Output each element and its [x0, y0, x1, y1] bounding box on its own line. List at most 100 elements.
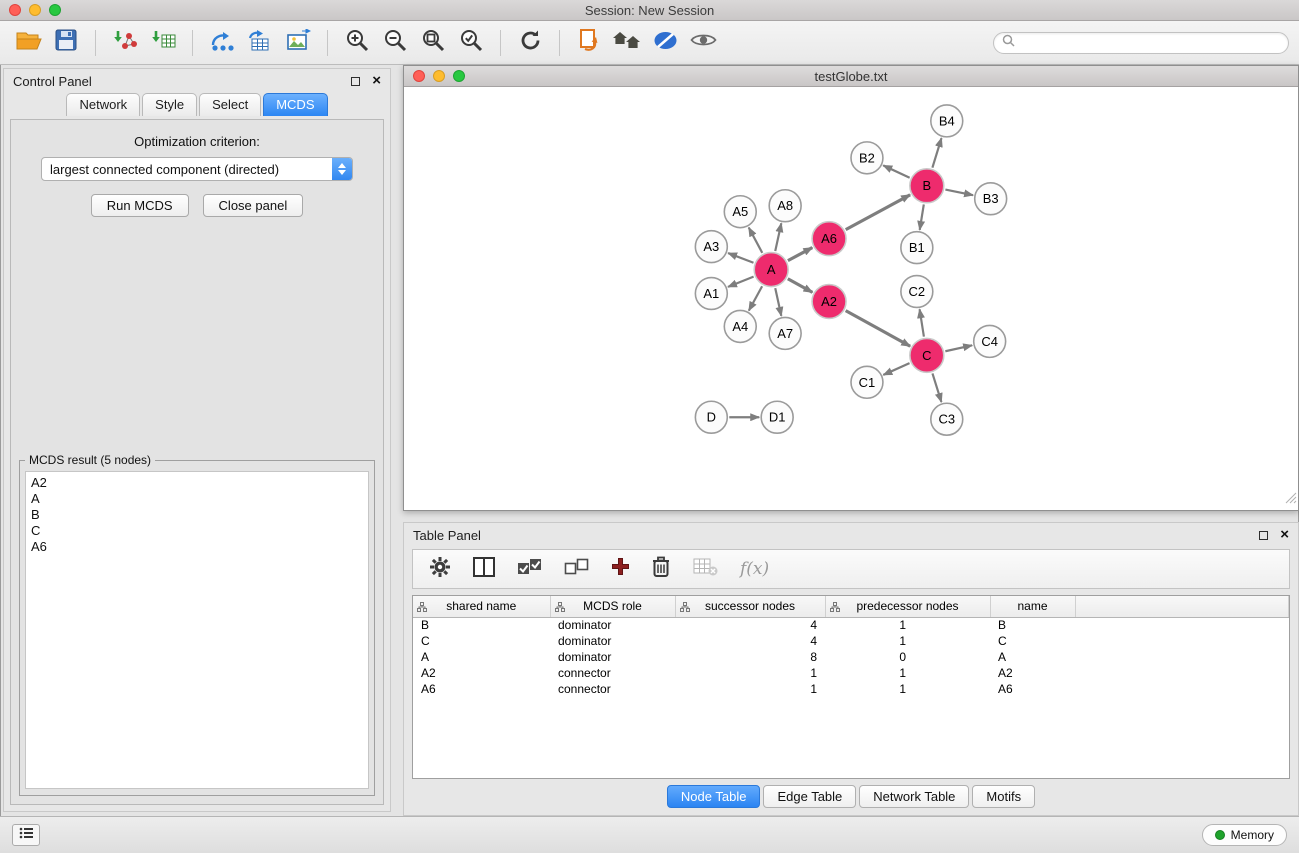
graph-edge-A-A4[interactable]: [749, 286, 762, 310]
network-graph[interactable]: B4B2BB3A5A8A6B1A3AC2A1A2A4A7C4CC1C3DD1: [404, 87, 1298, 510]
graph-node-A8[interactable]: A8: [769, 190, 801, 222]
select-all-button[interactable]: [517, 557, 542, 581]
graph-edge-A-A8[interactable]: [775, 223, 781, 251]
network-window-titlebar[interactable]: testGlobe.txt: [404, 66, 1298, 87]
graph-edge-B-B4[interactable]: [932, 138, 941, 168]
show-columns-button[interactable]: [473, 557, 495, 582]
graph-edge-A-A6[interactable]: [788, 248, 812, 261]
search-input[interactable]: [1020, 36, 1280, 50]
graph-node-B2[interactable]: B2: [851, 142, 883, 174]
graph-edge-C-C2[interactable]: [920, 309, 924, 336]
float-panel-icon[interactable]: [351, 77, 360, 86]
graph-edge-B-B3[interactable]: [945, 190, 973, 196]
column-header-shared-name[interactable]: shared name: [413, 596, 550, 617]
graph-node-D[interactable]: D: [695, 401, 727, 433]
graph-edge-A-A2[interactable]: [788, 279, 813, 293]
delete-column-button[interactable]: [652, 556, 671, 583]
column-header-name[interactable]: name: [990, 596, 1075, 617]
panel-menu-button[interactable]: [12, 824, 40, 846]
table-row[interactable]: Cdominator41C: [413, 633, 1289, 649]
tab-network-table[interactable]: Network Table: [859, 785, 969, 808]
close-window-button[interactable]: [9, 4, 21, 16]
export-table-button[interactable]: [242, 26, 278, 60]
zoom-window-button[interactable]: [49, 4, 61, 16]
open-session-button[interactable]: [10, 26, 46, 60]
table-settings-button[interactable]: [429, 556, 451, 583]
import-network-button[interactable]: [107, 26, 143, 60]
graph-node-C2[interactable]: C2: [901, 276, 933, 308]
graph-edge-B-B2[interactable]: [883, 165, 909, 177]
table-row[interactable]: Bdominator41B: [413, 617, 1289, 633]
tab-style[interactable]: Style: [142, 93, 197, 116]
mcds-result-list[interactable]: A2 A B C A6: [25, 471, 369, 789]
criterion-dropdown[interactable]: largest connected component (directed): [41, 157, 353, 181]
tab-node-table[interactable]: Node Table: [667, 785, 761, 808]
resize-grip[interactable]: [1285, 491, 1297, 509]
graph-node-C1[interactable]: C1: [851, 366, 883, 398]
graph-node-A5[interactable]: A5: [724, 196, 756, 228]
graph-node-A7[interactable]: A7: [769, 317, 801, 349]
zoom-window-button[interactable]: [453, 70, 465, 82]
graph-edge-C-C4[interactable]: [945, 345, 972, 351]
graph-edge-B-B1[interactable]: [920, 204, 924, 229]
minimize-window-button[interactable]: [433, 70, 445, 82]
close-panel-button[interactable]: Close panel: [203, 194, 304, 217]
run-mcds-button[interactable]: Run MCDS: [91, 194, 189, 217]
export-image-button[interactable]: [280, 26, 316, 60]
deselect-all-button[interactable]: [564, 557, 589, 581]
table-row[interactable]: A6connector11A6: [413, 681, 1289, 697]
zoom-selected-button[interactable]: [453, 26, 489, 60]
graph-node-D1[interactable]: D1: [761, 401, 793, 433]
graph-node-A[interactable]: A: [754, 253, 788, 287]
column-header-mcds-role[interactable]: MCDS role: [550, 596, 675, 617]
save-session-button[interactable]: [48, 26, 84, 60]
graph-node-B3[interactable]: B3: [975, 183, 1007, 215]
tab-motifs[interactable]: Motifs: [972, 785, 1035, 808]
delete-table-button[interactable]: [693, 558, 718, 581]
graph-edge-A-A3[interactable]: [728, 253, 753, 263]
show-view-button[interactable]: [685, 26, 721, 60]
graph-node-B1[interactable]: B1: [901, 232, 933, 264]
import-table-button[interactable]: [145, 26, 181, 60]
tab-select[interactable]: Select: [199, 93, 261, 116]
graph-node-A6[interactable]: A6: [812, 222, 846, 256]
table-row[interactable]: Adominator80A: [413, 649, 1289, 665]
function-builder-button[interactable]: f(x): [740, 559, 769, 579]
graph-node-B[interactable]: B: [910, 169, 944, 203]
graph-node-C3[interactable]: C3: [931, 403, 963, 435]
graph-edge-A-A7[interactable]: [775, 288, 781, 316]
graph-edge-A6-B[interactable]: [846, 195, 910, 230]
close-panel-icon[interactable]: ×: [1280, 530, 1289, 540]
table-row[interactable]: A2connector11A2: [413, 665, 1289, 681]
zoom-out-button[interactable]: [377, 26, 413, 60]
graph-edge-C-C1[interactable]: [883, 363, 909, 375]
graph-edge-A-A5[interactable]: [749, 228, 763, 253]
graph-node-B4[interactable]: B4: [931, 105, 963, 137]
graph-node-A4[interactable]: A4: [724, 310, 756, 342]
export-network-button[interactable]: [204, 26, 240, 60]
graph-node-A3[interactable]: A3: [695, 231, 727, 263]
column-header-predecessor-nodes[interactable]: predecessor nodes: [825, 596, 990, 617]
graph-node-C4[interactable]: C4: [974, 325, 1006, 357]
memory-button[interactable]: Memory: [1202, 824, 1287, 846]
hide-details-button[interactable]: [647, 26, 683, 60]
tab-network[interactable]: Network: [66, 93, 140, 116]
tab-edge-table[interactable]: Edge Table: [763, 785, 856, 808]
graph-node-A2[interactable]: A2: [812, 285, 846, 319]
graph-edge-A2-C[interactable]: [846, 311, 911, 347]
close-window-button[interactable]: [413, 70, 425, 82]
zoom-in-button[interactable]: [339, 26, 375, 60]
zoom-fit-button[interactable]: [415, 26, 451, 60]
graph-node-A1[interactable]: A1: [695, 278, 727, 310]
network-canvas[interactable]: B4B2BB3A5A8A6B1A3AC2A1A2A4A7C4CC1C3DD1: [404, 87, 1298, 510]
tab-mcds[interactable]: MCDS: [263, 93, 327, 116]
home-button[interactable]: [609, 26, 645, 60]
graph-edge-C-C3[interactable]: [932, 373, 941, 402]
column-header-successor-nodes[interactable]: successor nodes: [675, 596, 825, 617]
add-column-button[interactable]: [611, 557, 630, 581]
float-panel-icon[interactable]: [1259, 531, 1268, 540]
document-export-button[interactable]: [571, 26, 607, 60]
close-panel-icon[interactable]: ×: [372, 76, 381, 86]
apply-layout-button[interactable]: [512, 26, 548, 60]
minimize-window-button[interactable]: [29, 4, 41, 16]
